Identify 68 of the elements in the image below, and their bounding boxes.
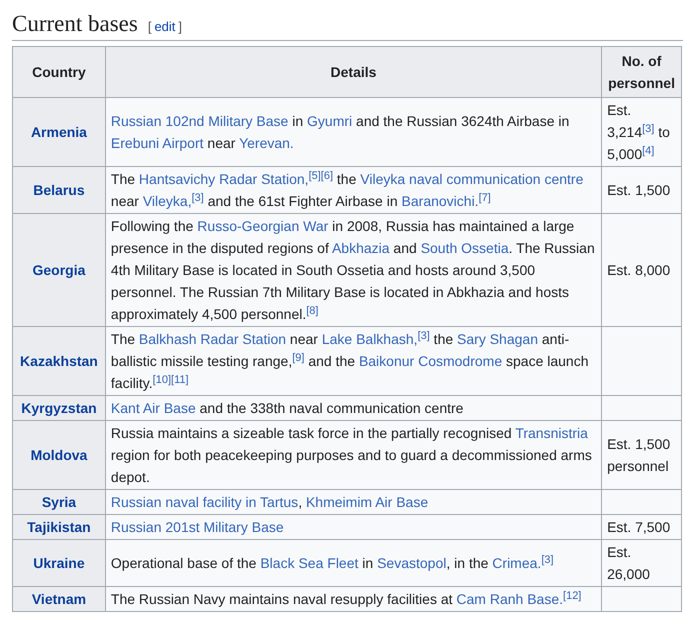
country-link[interactable]: Kazakhstan xyxy=(20,353,98,369)
cell-text: The Russian Navy maintains naval resupply facilities at Cam Ranh Base.$^{[12]}$ xyxy=(110,591,582,607)
article-link[interactable]: Sevastopol xyxy=(377,555,446,571)
article-link[interactable]: Kant Air Base xyxy=(110,400,196,416)
cell-text: Operational base of the Black Sea Fleet in Sevastopol, in the Crimea.$^{[3]}$ xyxy=(110,555,554,571)
reference-link[interactable]: [7] xyxy=(478,192,491,204)
article-link[interactable]: Baranovichi. xyxy=(402,193,479,209)
reference-link[interactable]: [9] xyxy=(292,352,304,364)
article-link[interactable]: Black Sea Fleet xyxy=(260,555,358,571)
reference-link[interactable]: [4] xyxy=(642,144,654,156)
article-link[interactable]: Crimea. xyxy=(492,555,542,571)
country-link[interactable]: Belarus xyxy=(33,182,85,198)
country-link[interactable]: Syria xyxy=(42,494,76,510)
article-link[interactable]: Russian 102nd Military Base xyxy=(110,113,288,129)
bracket: [ xyxy=(148,18,152,36)
edit-link[interactable]: edit xyxy=(154,17,176,36)
reference-link[interactable]: [8] xyxy=(306,304,318,316)
reference-link[interactable]: [11] xyxy=(171,374,189,386)
cell-text: Est. 26,000 xyxy=(607,544,650,582)
article-link[interactable]: Transnistria xyxy=(515,425,588,441)
reference-link[interactable]: [3] xyxy=(192,192,204,204)
reference-link[interactable]: [6] xyxy=(320,170,334,182)
cell-text: Russian 102nd Military Base in Gyumri and the Russian 3624th Airbase in Erebuni Airport near Yerevan. xyxy=(110,113,570,151)
article-link[interactable]: Abkhazia xyxy=(332,240,390,256)
reference-link[interactable]: [3] xyxy=(418,330,430,342)
cell-text: Russian naval facility in Tartus, Khmeimim Air Base xyxy=(110,494,428,510)
column-header: Country xyxy=(12,46,106,98)
country-link[interactable]: Georgia xyxy=(32,262,86,278)
country-link[interactable]: Tajikistan xyxy=(27,519,91,535)
column-header: No. of personnel xyxy=(602,46,682,98)
reference-link[interactable]: [3] xyxy=(541,554,554,566)
reference-link[interactable]: [5] xyxy=(308,170,321,182)
column-header: Details xyxy=(105,46,602,98)
cell-text: Est. 7,500 xyxy=(607,519,670,535)
article-link[interactable]: Lake Balkhash, xyxy=(322,331,418,347)
reference-link[interactable]: [3] xyxy=(642,122,654,134)
country-link[interactable]: Vietnam xyxy=(32,591,86,607)
article-link[interactable]: South Ossetia xyxy=(420,240,509,256)
section-heading: Current bases xyxy=(12,10,138,38)
article-link[interactable]: Russian 201st Military Base xyxy=(110,519,284,535)
cell-text: The Hantsavichy Radar Station,$^{[5]}$$^{[6]}$ the Vileyka naval communication centre near Vileyka,$^{[3]}$ and the 61st Fighter Airbase in Baranovichi.$^{[7]}$ xyxy=(110,171,584,209)
country-link[interactable]: Moldova xyxy=(30,447,88,463)
country-link[interactable]: Kyrgyzstan xyxy=(21,400,97,416)
article-link[interactable]: Cam Ranh Base. xyxy=(456,591,564,607)
reference-link[interactable]: [10] xyxy=(152,374,172,386)
cell-text: Est. 3,214$^{[3]}$ to 5,000$^{[4]}$ xyxy=(607,102,670,162)
article-link[interactable]: Hantsavichy Radar Station, xyxy=(138,171,309,187)
cell-text: Kant Air Base and the 338th naval communication centre xyxy=(110,400,464,416)
cell-text: Following the Russo-Georgian War in 2008, Russia has maintained a large presence in the disputed regions of Abkhazia and South Ossetia. The Russian 4th Military Base is located in South Ossetia and hosts around 3,500 personnel. The Russian 7th Military Base is located in Abkhazia and hosts approximately 4,500 personnel.$^{[8]}$ xyxy=(110,218,595,322)
article-link[interactable]: Erebuni Airport xyxy=(110,135,204,151)
article-link[interactable]: Khmeimim Air Base xyxy=(306,494,428,510)
article-link[interactable]: Yerevan. xyxy=(239,135,294,151)
reference-link[interactable]: [12] xyxy=(563,590,582,602)
article-link[interactable]: Balkhash Radar Station xyxy=(138,331,286,347)
article-link[interactable]: Vileyka naval communication centre xyxy=(360,171,584,187)
article-link[interactable]: Vileyka, xyxy=(142,193,192,209)
cell-text: Est. 8,000 xyxy=(607,262,670,278)
article-link[interactable]: Russian naval facility in Tartus xyxy=(110,494,298,510)
cell-text: Russia maintains a sizeable task force in the partially recognised Transnistria region for both peacekeeping purposes and to guard a decommissioned arms depot. xyxy=(110,425,592,485)
article-link[interactable]: Baikonur Cosmodrome xyxy=(358,353,502,369)
article-link[interactable]: Sary Shagan xyxy=(457,331,538,347)
bracket: ] xyxy=(178,18,182,36)
country-link[interactable]: Armenia xyxy=(30,124,87,140)
article-link[interactable]: Russo-Georgian War xyxy=(197,218,328,234)
article-link[interactable]: Gyumri xyxy=(307,113,352,129)
country-link[interactable]: Ukraine xyxy=(33,555,85,571)
cell-text: Est. 1,500 personnel xyxy=(607,436,670,474)
cell-text: Est. 1,500 xyxy=(607,182,670,198)
